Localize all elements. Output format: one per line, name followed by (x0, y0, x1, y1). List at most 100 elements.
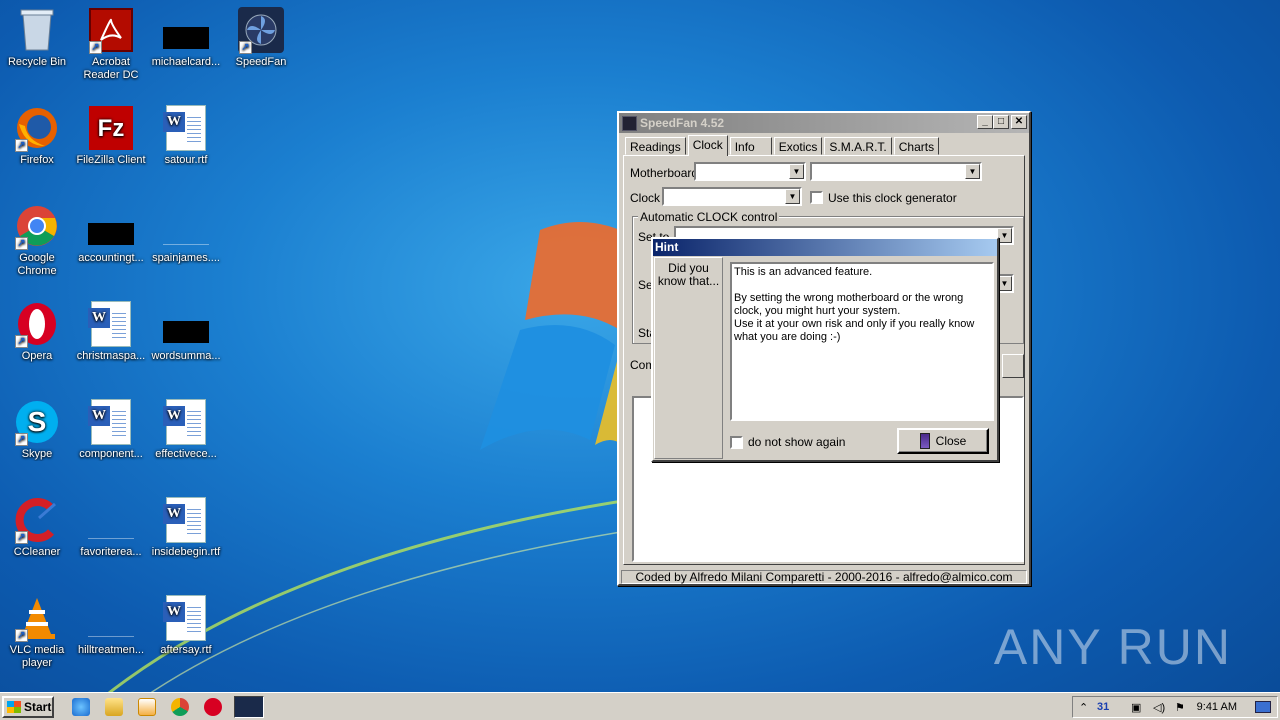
hint-close-button[interactable]: Close (897, 428, 989, 454)
tab-readings[interactable]: Readings (625, 137, 686, 155)
motherboard-select[interactable]: ▼ (694, 162, 806, 181)
tab-info[interactable]: Info (729, 137, 772, 155)
clock-time[interactable]: 9:41 AM (1197, 701, 1237, 713)
file-icon (162, 300, 210, 348)
icon-label: Acrobat Reader DC (83, 56, 139, 81)
action-center-flag-icon[interactable]: ⚑ (1175, 701, 1189, 714)
shortcut-arrow-icon: ↗ (15, 139, 28, 152)
use-clock-generator-label: Use this clock generator (828, 191, 957, 205)
file-icon (87, 594, 135, 642)
desktop-icon-opera[interactable]: ↗ Opera (0, 300, 74, 363)
icon-label: wordsumma... (151, 350, 221, 362)
speedfan-titlebar[interactable]: SpeedFan 4.52 _ □ ✕ (619, 113, 1029, 133)
hint-line-1: This is an advanced feature. (734, 266, 873, 278)
desktop-icon-firefox[interactable]: ↗ Firefox (0, 104, 74, 167)
shortcut-arrow-icon: ↗ (15, 531, 28, 544)
desktop-icon-file[interactable]: accountingt... (74, 202, 148, 265)
speedfan-taskbar-button[interactable] (234, 696, 264, 718)
tab-exotics[interactable]: Exotics (773, 137, 823, 155)
maximize-button[interactable]: □ (993, 115, 1009, 129)
file-explorer-icon[interactable] (105, 698, 123, 716)
desktop-icon-filezilla[interactable]: Fz FileZilla Client (74, 104, 148, 167)
word-document-icon: W (162, 104, 210, 152)
hint-line-3: Use it at your own risk and only if you … (734, 318, 975, 343)
icon-label: Google Chrome (17, 252, 57, 277)
start-button[interactable]: Start (2, 696, 54, 718)
desktop-icon-document[interactable]: W christmaspa... (74, 300, 148, 363)
desktop-icon-speedfan[interactable]: ↗ SpeedFan (224, 6, 298, 69)
clock-label: Clock (630, 191, 661, 205)
chevron-down-icon: ▼ (997, 276, 1012, 291)
desktop-icon-file[interactable]: hilltreatmen... (74, 594, 148, 657)
desktop-icon-document[interactable]: W satour.rtf (149, 104, 223, 167)
clock-select[interactable]: ▼ (662, 187, 802, 206)
icon-label: christmaspa... (76, 350, 146, 362)
word-document-icon: W (87, 398, 135, 446)
motherboard-label: Motherboard (630, 166, 699, 180)
close-button[interactable]: ✕ (1011, 115, 1027, 129)
word-document-icon: W (162, 594, 210, 642)
speedfan-tray-icon[interactable]: 31 (1097, 701, 1111, 713)
door-icon (919, 433, 930, 449)
icon-label: aftersay.rtf (160, 644, 212, 656)
desktop-icon-file[interactable]: wordsumma... (149, 300, 223, 363)
icon-label: satour.rtf (164, 154, 208, 166)
vlc-cone-icon: ↗ (13, 594, 61, 642)
use-clock-generator-checkbox[interactable] (810, 191, 823, 204)
icon-label: SpeedFan (235, 56, 287, 68)
chevron-down-icon: ▼ (785, 189, 800, 204)
desktop-icon-chrome[interactable]: ↗ Google Chrome (0, 202, 74, 278)
desktop-icon-file[interactable]: michaelcard... (149, 6, 223, 69)
show-hidden-icons-icon[interactable]: ⌃ (1079, 701, 1093, 714)
shortcut-arrow-icon: ↗ (15, 335, 28, 348)
apply-button[interactable] (1002, 354, 1024, 378)
opera-icon: ↗ (13, 300, 61, 348)
chrome-taskbar-icon[interactable] (171, 698, 189, 716)
icon-label: component... (79, 448, 143, 460)
desktop-icon-recycle-bin[interactable]: Recycle Bin (0, 6, 74, 69)
desktop-icon-document[interactable]: W insidebegin.rtf (149, 496, 223, 559)
volume-icon[interactable]: ◁) (1153, 701, 1167, 714)
show-desktop-icon[interactable] (1255, 701, 1271, 713)
did-you-know-panel: Did you know that... (654, 257, 723, 459)
hint-titlebar[interactable]: Hint (653, 239, 997, 256)
desktop-icon-document[interactable]: W aftersay.rtf (149, 594, 223, 657)
internet-explorer-icon[interactable] (72, 698, 90, 716)
desktop-icon-ccleaner[interactable]: ↗ CCleaner (0, 496, 74, 559)
desktop-icon-file[interactable]: favoriterea... (74, 496, 148, 559)
system-tray: ⌃ 31 ▣ ◁) ⚑ 9:41 AM (1072, 696, 1278, 718)
tab-charts[interactable]: Charts (893, 137, 940, 155)
hint-text-box: This is an advanced feature. By setting … (730, 262, 994, 421)
taskbar: Start ⌃ 31 ▣ ◁) ⚑ 9:41 AM (0, 692, 1280, 720)
desktop-icon-document[interactable]: W component... (74, 398, 148, 461)
chevron-down-icon: ▼ (789, 164, 804, 179)
network-icon[interactable]: ▣ (1131, 701, 1145, 714)
desktop-icon-file[interactable]: spainjames.... (149, 202, 223, 265)
icon-label: effectivece... (155, 448, 217, 460)
shortcut-arrow-icon: ↗ (89, 41, 102, 54)
desktop-icon-skype[interactable]: S ↗ Skype (0, 398, 74, 461)
word-document-icon: W (87, 300, 135, 348)
anyrun-watermark: ANY RUN (994, 618, 1232, 676)
tab-clock[interactable]: Clock (687, 135, 728, 156)
icon-label: accountingt... (78, 252, 144, 264)
hint-line-2: By setting the wrong motherboard or the … (734, 292, 964, 317)
desktop-icon-vlc[interactable]: ↗ VLC media player (0, 594, 74, 670)
recycle-bin-icon (13, 6, 61, 54)
icon-label: CCleaner (13, 546, 61, 558)
start-label: Start (24, 700, 52, 714)
speedfan-icon: ↗ (237, 6, 285, 54)
desktop-icon-document[interactable]: W effectivece... (149, 398, 223, 461)
opera-taskbar-icon[interactable] (204, 698, 222, 716)
firefox-icon: ↗ (13, 104, 61, 152)
ccleaner-icon: ↗ (13, 496, 61, 544)
tab-smart[interactable]: S.M.A.R.T. (824, 137, 892, 155)
media-player-icon[interactable] (138, 698, 156, 716)
minimize-button[interactable]: _ (977, 115, 993, 129)
do-not-show-again-checkbox[interactable] (730, 436, 743, 449)
shortcut-arrow-icon: ↗ (15, 629, 28, 642)
icon-label: spainjames.... (152, 252, 220, 264)
icon-label: Firefox (20, 154, 54, 166)
desktop-icon-acrobat[interactable]: ↗ Acrobat Reader DC (74, 6, 148, 82)
motherboard-model-select[interactable]: ▼ (810, 162, 982, 181)
